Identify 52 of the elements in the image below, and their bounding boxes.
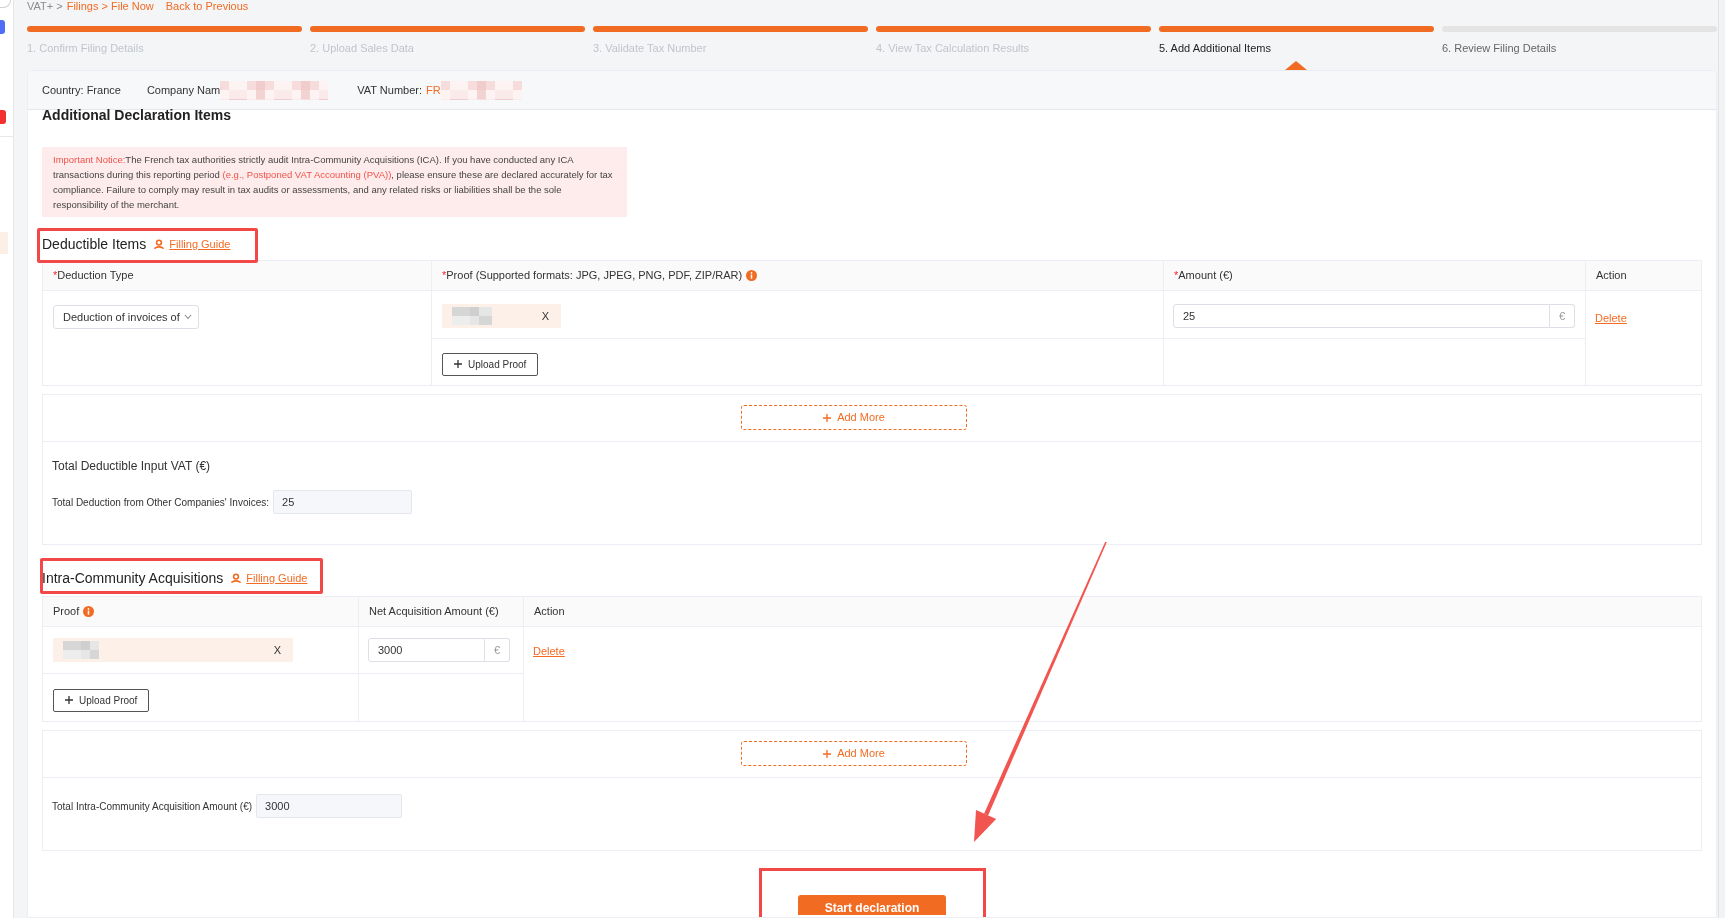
currency-suffix: €	[1550, 304, 1575, 328]
field-label: Total Intra-Community Acquisition Amount (€)	[52, 799, 253, 814]
column-header: *Deduction Type	[53, 268, 134, 284]
remove-file-button[interactable]: X	[273, 643, 281, 657]
column-header: Action	[534, 604, 565, 620]
amount-input[interactable]: 25	[1173, 304, 1550, 328]
info-label: VAT Number:	[357, 82, 423, 98]
plus-icon	[454, 360, 462, 368]
total-field[interactable]: 25	[273, 490, 412, 514]
section-heading: Deductible Items	[42, 235, 147, 253]
notice-text: Important Notice:The French tax authorities strictly audit Intra-Community Acquisitions (ICA). If you have conducted any ICA transactions during this reporting period (e.g., Postponed VAT Accounting (PVA)), please ensure these are declared accurately for tax compliance. Failure to comply may result in tax audits or assessments, and any related risks or liabilities shall be the sole responsibility of the merchant.	[53, 153, 614, 212]
currency-suffix: €	[485, 638, 510, 662]
start-declaration-button[interactable]: Start declaration	[798, 895, 946, 915]
app-icon[interactable]	[0, 20, 5, 34]
breadcrumb-text: VAT+ >	[27, 0, 63, 13]
filling-guide-link[interactable]: Filling Guide	[231, 571, 308, 585]
field-label: Total Deduction from Other Companies' Invoices:	[52, 495, 269, 510]
column-header: *Proof (Supported formats: JPG, JPEG, PNG, PDF, ZIP/RAR)	[442, 268, 743, 284]
step-label[interactable]: 6. Review Filing Details	[1442, 42, 1557, 55]
person-icon	[154, 239, 165, 249]
info-label: Company Nam	[146, 82, 221, 98]
column-header: Action	[1596, 268, 1627, 284]
column-header: Proof	[53, 604, 80, 620]
add-more-button[interactable]: Add More	[741, 741, 967, 766]
info-icon[interactable]	[83, 606, 95, 617]
delete-link[interactable]: Delete	[533, 645, 565, 658]
amount-input[interactable]: 3000	[368, 638, 485, 662]
column-header: Net Acquisition Amount (€)	[369, 604, 499, 620]
plus-icon	[823, 749, 832, 758]
select-field[interactable]: Deduction of invoices of	[53, 305, 199, 330]
upload-proof-button[interactable]: Upload Proof	[53, 688, 150, 712]
plus-icon	[823, 413, 832, 422]
delete-link[interactable]: Delete	[1595, 312, 1627, 325]
breadcrumb-link[interactable]: Filings > File Now	[66, 0, 154, 13]
chevron-down-icon	[183, 314, 192, 321]
plus-icon	[65, 696, 73, 704]
info-text: Country: France	[42, 82, 121, 98]
remove-file-button[interactable]: X	[541, 309, 549, 323]
add-more-button[interactable]: Add More	[741, 405, 967, 430]
section-heading: Intra-Community Acquisitions	[42, 569, 224, 587]
upload-proof-button[interactable]: Upload Proof	[442, 352, 539, 376]
column-header: *Amount (€)	[1174, 268, 1233, 284]
total-field[interactable]: 3000	[256, 794, 403, 818]
person-icon	[231, 573, 242, 583]
step-label[interactable]: 5. Add Additional Items	[1159, 42, 1271, 55]
page-title: Additional Declaration Items	[42, 107, 232, 123]
totals-title: Total Deductible Input VAT (€)	[52, 459, 211, 474]
vat-number-value: FR	[426, 82, 441, 98]
info-icon[interactable]	[746, 270, 758, 281]
back-link[interactable]: Back to Previous	[165, 0, 249, 13]
filling-guide-link[interactable]: Filling Guide	[154, 237, 231, 251]
app-icon[interactable]	[0, 110, 6, 124]
